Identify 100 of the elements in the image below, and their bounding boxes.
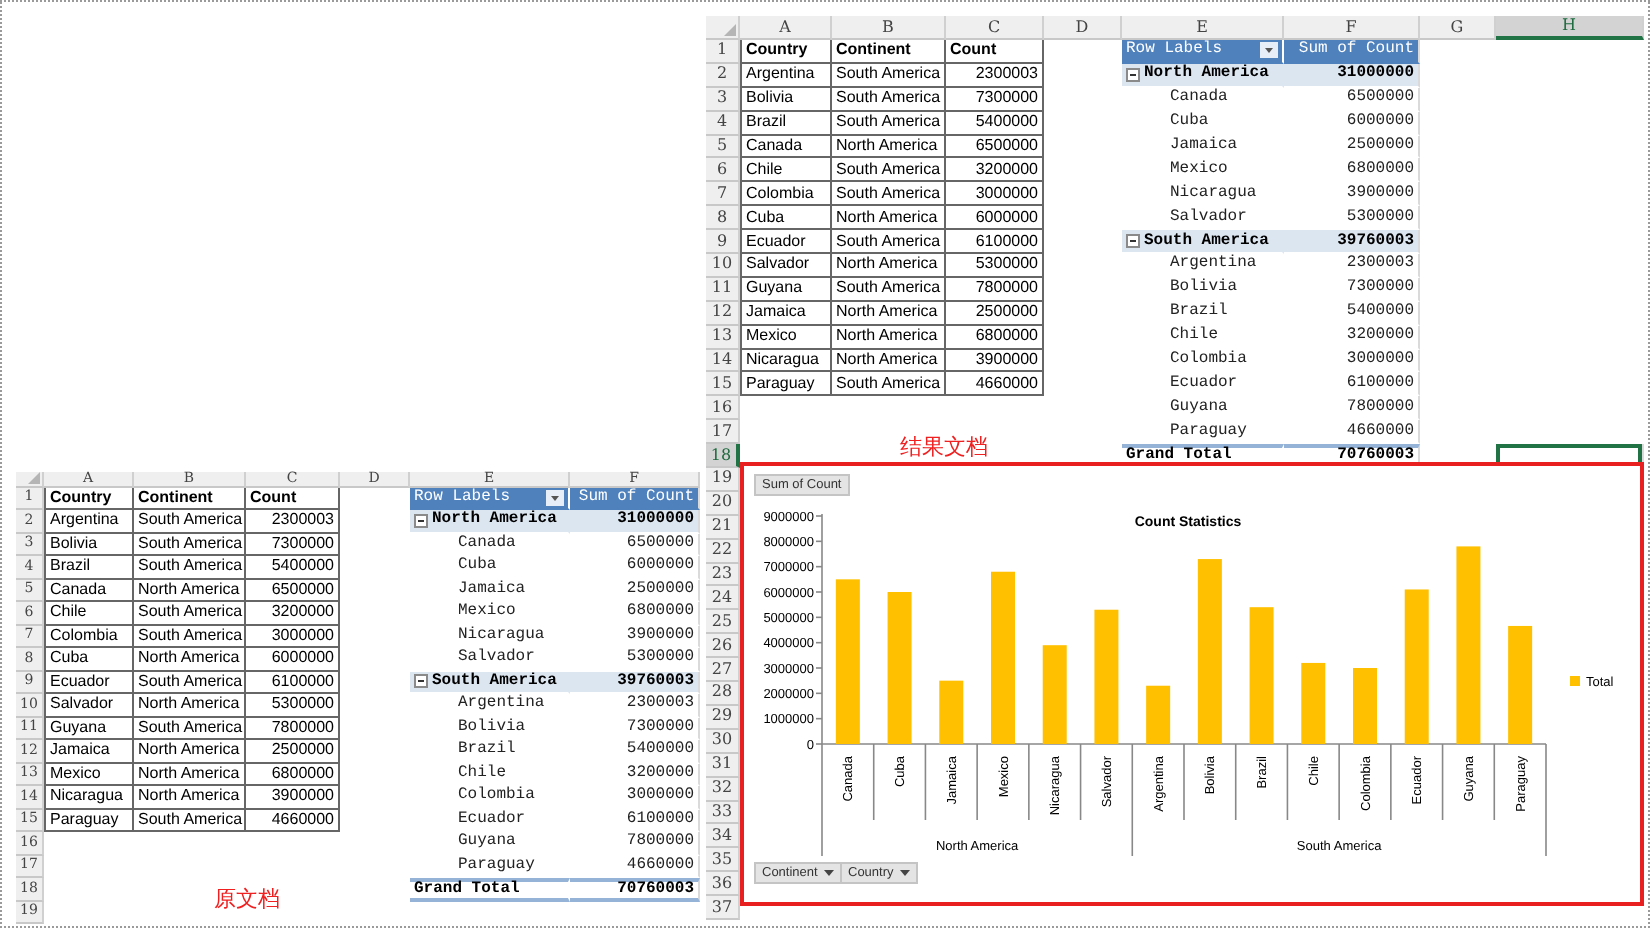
row-number[interactable]: 37 bbox=[706, 896, 740, 920]
group-label: North America bbox=[1144, 66, 1269, 83]
row-number[interactable]: 17 bbox=[706, 420, 740, 445]
row-number[interactable]: 24 bbox=[706, 586, 740, 611]
row-number[interactable]: 34 bbox=[706, 824, 740, 849]
row-number[interactable]: 13 bbox=[706, 325, 740, 350]
dropdown-icon[interactable] bbox=[546, 489, 564, 506]
grand-total-label: Grand Total bbox=[410, 878, 570, 901]
table-cell: 6100000 bbox=[246, 671, 340, 694]
row-label: Cuba bbox=[1122, 111, 1284, 136]
table-cell: South America bbox=[832, 87, 946, 112]
row-number[interactable]: 23 bbox=[706, 563, 740, 587]
value-cell: 3000000 bbox=[570, 786, 700, 809]
row-number[interactable]: 6 bbox=[706, 158, 740, 183]
table-cell: 5300000 bbox=[946, 254, 1044, 278]
value-cell: 2300003 bbox=[570, 694, 700, 717]
row-label: Colombia bbox=[410, 786, 570, 809]
row-number[interactable]: 7 bbox=[706, 182, 740, 207]
dropdown-icon[interactable] bbox=[1260, 42, 1278, 59]
row-number[interactable]: 2 bbox=[706, 63, 740, 88]
table-cell: North America bbox=[832, 349, 946, 373]
row-number[interactable]: 14 bbox=[706, 349, 740, 373]
row-number[interactable]: 28 bbox=[706, 682, 740, 706]
row-number[interactable]: 3 bbox=[706, 87, 740, 112]
row-number[interactable]: 18 bbox=[706, 444, 740, 469]
table-cell: Salvador bbox=[44, 694, 134, 717]
row-number[interactable]: 15 bbox=[706, 372, 740, 397]
row-number[interactable]: 31 bbox=[706, 753, 740, 778]
collapse-icon[interactable] bbox=[1126, 234, 1140, 249]
row-label: Jamaica bbox=[1122, 135, 1284, 159]
row-number[interactable]: 20 bbox=[706, 491, 740, 516]
row-labels-filter[interactable]: Row Labels bbox=[410, 487, 570, 510]
document-caption: 结果文档 bbox=[900, 433, 988, 462]
column-header[interactable]: E bbox=[1122, 16, 1284, 40]
table-cell: 6000000 bbox=[946, 206, 1044, 231]
column-header[interactable]: F bbox=[1284, 16, 1420, 40]
table-cell: South America bbox=[832, 63, 946, 88]
value-cell: 3200000 bbox=[1284, 325, 1420, 350]
row-number[interactable]: 30 bbox=[706, 729, 740, 754]
row-label: Nicaragua bbox=[410, 625, 570, 648]
row-label: Cuba bbox=[410, 556, 570, 579]
collapse-icon[interactable] bbox=[414, 513, 428, 528]
row-number[interactable]: 4 bbox=[706, 111, 740, 136]
row-number[interactable]: 16 bbox=[706, 396, 740, 421]
row-number[interactable]: 11 bbox=[706, 277, 740, 302]
table-cell: North America bbox=[134, 786, 246, 809]
column-header[interactable]: D bbox=[1044, 16, 1122, 40]
row-number[interactable]: 8 bbox=[706, 206, 740, 231]
row-number[interactable]: 33 bbox=[706, 801, 740, 825]
row-label: Ecuador bbox=[1122, 372, 1284, 397]
table-cell: 2500000 bbox=[246, 740, 340, 763]
column-header[interactable]: G bbox=[1420, 16, 1496, 40]
row-number[interactable]: 22 bbox=[706, 539, 740, 564]
column-header[interactable]: H bbox=[1496, 16, 1644, 40]
table-cell: 6800000 bbox=[246, 763, 340, 786]
group-total: 31000000 bbox=[570, 510, 700, 533]
table-cell: Salvador bbox=[740, 254, 832, 278]
table-cell: North America bbox=[134, 694, 246, 717]
row-number[interactable]: 5 bbox=[706, 135, 740, 159]
row-number[interactable]: 27 bbox=[706, 658, 740, 683]
column-header[interactable]: A bbox=[740, 16, 832, 40]
table-cell: 6800000 bbox=[946, 325, 1044, 350]
row-label: Bolivia bbox=[1122, 277, 1284, 302]
row-label: Argentina bbox=[410, 694, 570, 717]
row-number[interactable]: 1 bbox=[706, 40, 740, 64]
table-cell: Bolivia bbox=[740, 87, 832, 112]
row-number[interactable]: 10 bbox=[706, 254, 740, 278]
row-number[interactable]: 35 bbox=[706, 848, 740, 873]
row-number[interactable]: 36 bbox=[706, 872, 740, 897]
row-number[interactable]: 26 bbox=[706, 634, 740, 659]
row-number[interactable]: 19 bbox=[706, 468, 740, 492]
value-cell: 3900000 bbox=[570, 625, 700, 648]
row-number[interactable]: 32 bbox=[706, 777, 740, 801]
table-cell: North America bbox=[134, 648, 246, 671]
row-number[interactable]: 9 bbox=[706, 230, 740, 255]
value-cell: 6000000 bbox=[570, 556, 700, 579]
table-cell: North America bbox=[832, 254, 946, 278]
row-labels-filter[interactable]: Row Labels bbox=[1122, 40, 1284, 64]
column-header[interactable]: C bbox=[946, 16, 1044, 40]
value-cell: 2500000 bbox=[1284, 135, 1420, 159]
value-cell: 2500000 bbox=[570, 579, 700, 602]
table-cell: Canada bbox=[44, 579, 134, 602]
table-cell: Argentina bbox=[44, 510, 134, 533]
collapse-icon[interactable] bbox=[1126, 67, 1140, 82]
value-cell: 6500000 bbox=[1284, 87, 1420, 112]
collapse-icon[interactable] bbox=[414, 674, 428, 689]
table-cell: Colombia bbox=[740, 182, 832, 207]
table-cell: Jamaica bbox=[740, 301, 832, 326]
row-number[interactable]: 12 bbox=[706, 301, 740, 326]
value-cell: 7300000 bbox=[570, 717, 700, 740]
row-number[interactable]: 25 bbox=[706, 610, 740, 635]
row-number[interactable]: 29 bbox=[706, 705, 740, 730]
column-header[interactable]: B bbox=[832, 16, 946, 40]
pivot-header: Sum of Count bbox=[570, 487, 700, 510]
table-cell: 5400000 bbox=[246, 556, 340, 579]
table-cell: South America bbox=[832, 230, 946, 255]
table-cell: 6000000 bbox=[246, 648, 340, 671]
bar bbox=[1508, 625, 1533, 744]
row-number[interactable]: 21 bbox=[706, 515, 740, 540]
value-cell: 5400000 bbox=[1284, 301, 1420, 326]
